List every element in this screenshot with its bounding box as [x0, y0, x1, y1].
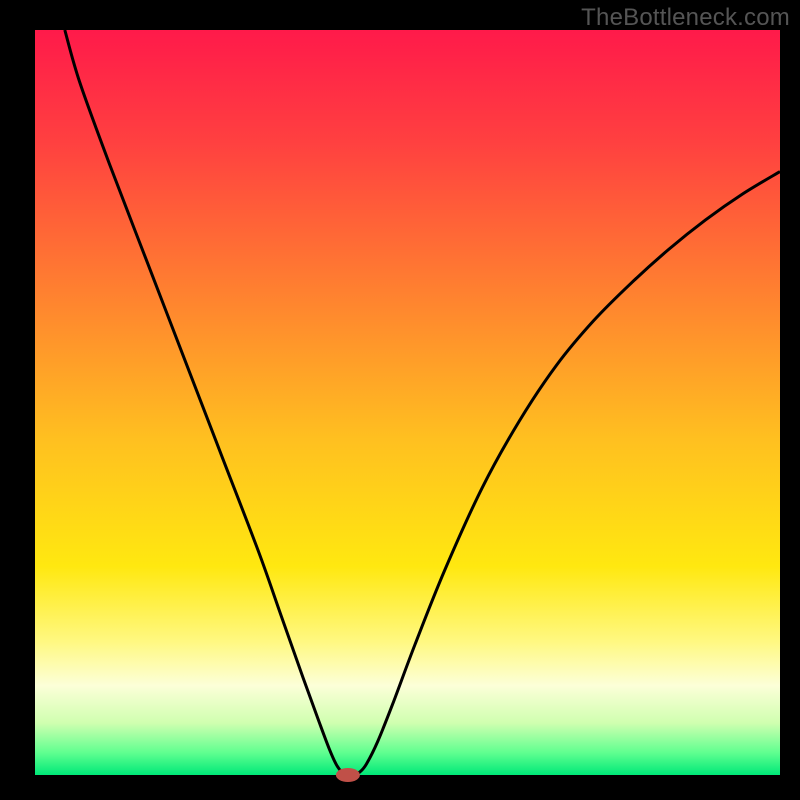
watermark-text: TheBottleneck.com [581, 4, 790, 32]
optimal-point-marker [336, 768, 360, 782]
bottleneck-chart: TheBottleneck.com [0, 0, 800, 800]
chart-svg [0, 0, 800, 800]
